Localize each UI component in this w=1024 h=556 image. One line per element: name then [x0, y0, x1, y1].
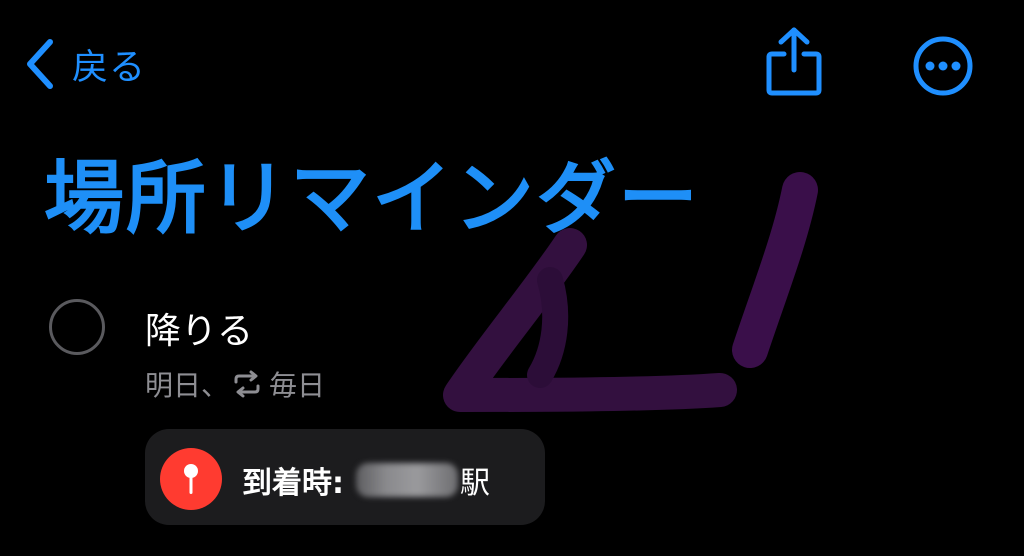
repeat-icon — [234, 370, 260, 398]
page-title: 場所リマインダー — [44, 152, 700, 245]
map-pin-icon — [184, 464, 198, 494]
location-prefix: 到着時: — [242, 466, 344, 501]
redacted-station-name — [356, 463, 458, 497]
reminder-repeat: 毎日 — [269, 369, 326, 402]
complete-toggle[interactable] — [49, 299, 105, 355]
back-button[interactable]: 戻る — [22, 36, 146, 92]
reminder-date: 明日、 — [145, 369, 230, 402]
chevron-left-icon — [27, 39, 53, 89]
reminder-title[interactable]: 降りる — [145, 302, 253, 354]
location-chip[interactable]: 到着時: 駅 — [145, 429, 545, 525]
reminder-schedule: 明日、 毎日 — [145, 364, 325, 404]
share-icon[interactable] — [764, 26, 824, 98]
pin-badge — [160, 448, 222, 510]
back-label: 戻る — [72, 47, 147, 88]
ellipsis-circle-icon[interactable] — [912, 35, 974, 97]
location-suffix: 駅 — [460, 466, 490, 501]
location-text: 到着時: 駅 — [242, 458, 490, 502]
reminder-screen: 戻る 場所リマインダー 降りる 明日、 毎日 到着時: 駅 — [0, 0, 1024, 556]
